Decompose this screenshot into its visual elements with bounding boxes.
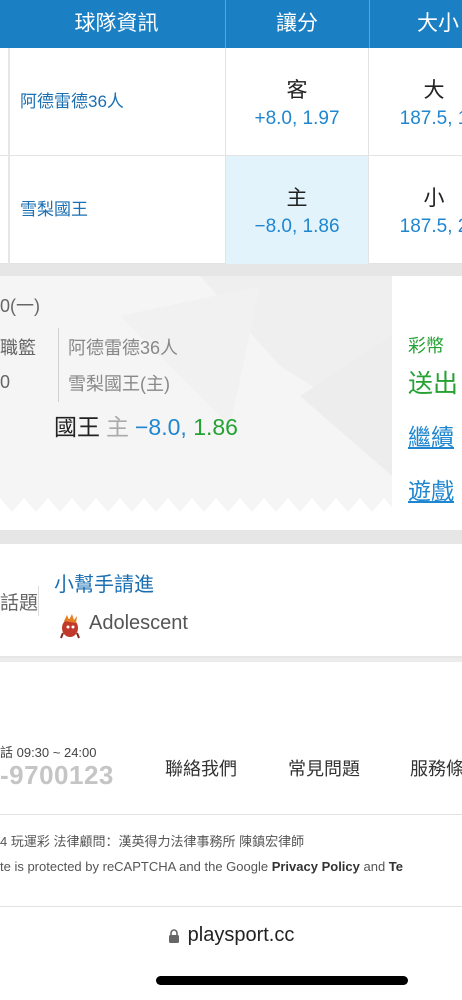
topic-title[interactable]: 小幫手請進 <box>54 568 154 597</box>
privacy-policy-link[interactable]: Privacy Policy <box>272 859 360 874</box>
contact-us-link[interactable]: 聯絡我們 <box>165 755 237 781</box>
spread-home-cell-selected[interactable]: 主 −8.0, 1.86 <box>225 156 369 264</box>
ticket-divider <box>58 328 59 402</box>
topic-divider <box>38 586 39 616</box>
spread-odds: −8.0, 1.86 <box>254 216 340 237</box>
match-date: 0(一) <box>0 296 40 316</box>
ou-odds: 187.5, 2 <box>399 216 462 237</box>
section-divider <box>0 264 462 276</box>
row-left-border <box>8 48 10 156</box>
header-over-under: 大小 <box>417 12 459 35</box>
topic-username[interactable]: Adolescent <box>89 612 188 635</box>
and-text: and <box>359 859 389 874</box>
terms-link[interactable]: Te <box>389 859 403 874</box>
lock-icon <box>168 928 179 943</box>
helper-topic-row[interactable]: 話題 小幫手請進 Adolescent <box>0 548 462 658</box>
service-hours: 話 09:30 ~ 24:00 <box>0 745 97 760</box>
ou-odds: 187.5, 1 <box>399 108 462 129</box>
pick-side: 主 <box>106 414 129 440</box>
spread-side-label: 客 <box>286 79 308 102</box>
spread-side-label: 主 <box>286 187 308 210</box>
ticket-home-team: 雪梨國王(主) <box>68 374 170 394</box>
pick-odds: 1.86 <box>193 414 238 440</box>
bet-ticket: 0(一) 職籃 0 阿德雷德36人 雪梨國王(主) 國王主 −8.0, 1.86 <box>0 276 392 518</box>
continue-link[interactable]: 繼續 <box>408 418 454 452</box>
ticket-pick: 國王主 −8.0, 1.86 <box>54 408 238 442</box>
ticket-away-team: 阿德雷德36人 <box>68 338 179 358</box>
topic-label: 話題 <box>0 593 39 614</box>
odds-table-header: 球隊資訊 讓分 大小 <box>0 0 462 48</box>
recaptcha-notice: te is protected by reCAPTCHA and the Goo… <box>0 859 403 874</box>
promo-headline: 送出 <box>408 370 459 398</box>
team-name-away[interactable]: 阿德雷德36人 <box>20 48 124 156</box>
ou-side-label: 大 <box>423 79 445 102</box>
avatar-icon <box>60 614 80 639</box>
faq-link[interactable]: 常見問題 <box>288 755 360 781</box>
pick-team: 國王 <box>54 414 100 440</box>
promo-label: 彩幣 <box>408 336 444 356</box>
recaptcha-text: te is protected by reCAPTCHA and the Goo… <box>0 859 272 874</box>
league-label: 職籃 <box>0 338 36 358</box>
section-divider <box>0 530 462 544</box>
footer-divider <box>0 906 462 907</box>
under-cell[interactable]: 小 187.5, 2 <box>369 156 462 264</box>
terms-of-service-link[interactable]: 服務條 <box>410 755 462 781</box>
spread-odds: +8.0, 1.97 <box>254 108 340 129</box>
match-number: 0 <box>0 372 11 392</box>
header-team-info: 球隊資訊 <box>74 12 159 35</box>
url-text: playsport.cc <box>187 924 295 946</box>
game-link[interactable]: 遊戲 <box>408 472 454 506</box>
service-phone[interactable]: -9700123 <box>0 760 114 791</box>
promo-panel: 彩幣 送出 繼續 遊戲 <box>392 276 462 518</box>
ou-side-label: 小 <box>423 187 445 210</box>
row-left-border <box>8 156 10 264</box>
spread-away-cell[interactable]: 客 +8.0, 1.97 <box>225 48 369 156</box>
footer-divider <box>0 814 462 815</box>
header-spread: 讓分 <box>276 12 318 35</box>
copyright-text: 4 玩運彩 法律顧問：漢英得力法律事務所 陳鎮宏律師 <box>0 834 305 849</box>
team-name-home[interactable]: 雪梨國王 <box>20 156 88 264</box>
home-indicator[interactable] <box>156 976 408 985</box>
browser-url-bar[interactable]: playsport.cc <box>0 924 462 960</box>
section-divider <box>0 658 462 662</box>
table-row: 阿德雷德36人 客 +8.0, 1.97 大 187.5, 1 <box>0 48 462 156</box>
table-row: 雪梨國王 主 −8.0, 1.86 小 187.5, 2 <box>0 156 462 264</box>
pick-line: −8.0, <box>135 414 187 440</box>
over-cell[interactable]: 大 187.5, 1 <box>369 48 462 156</box>
